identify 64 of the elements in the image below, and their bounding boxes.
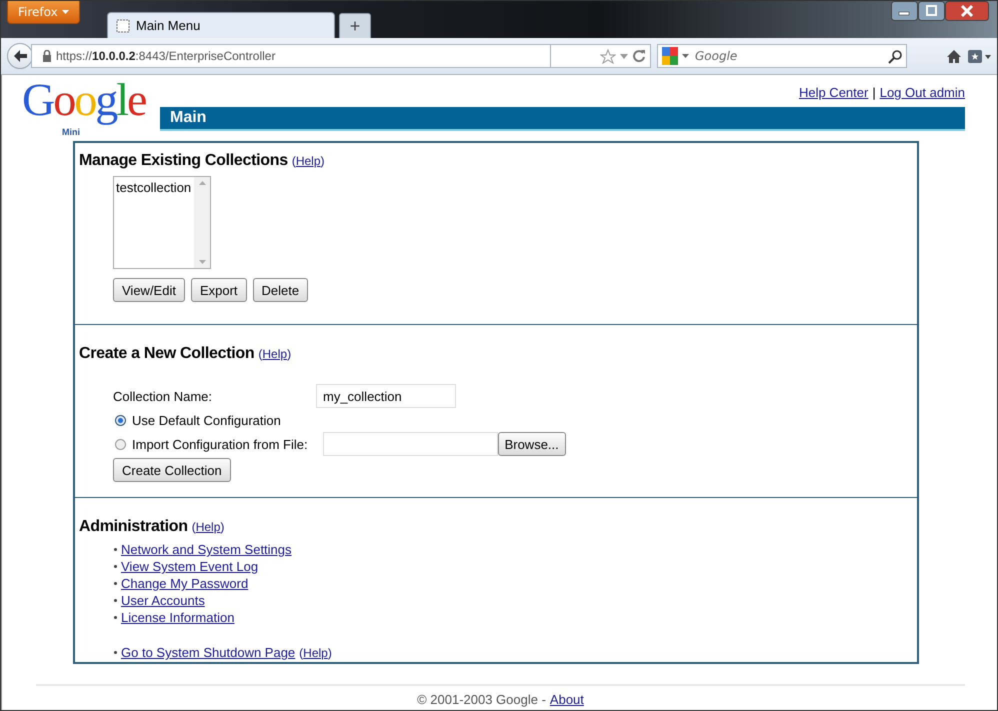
admin-link[interactable]: User Accounts: [121, 593, 205, 608]
collection-action-button[interactable]: Export: [190, 278, 247, 302]
search-engine-icon: [662, 47, 678, 65]
collection-action-button[interactable]: Delete: [252, 278, 308, 302]
help-link[interactable]: (Help): [292, 154, 325, 168]
reload-icon: [632, 49, 646, 63]
bullet-icon: [114, 651, 117, 654]
radio-button[interactable]: [115, 438, 126, 450]
copyright-text: © 2001-2003 Google -: [417, 692, 546, 707]
logo-subtitle: Mini: [62, 127, 80, 137]
radio-button[interactable]: [115, 414, 126, 426]
section-heading: Create a New Collection: [79, 345, 254, 363]
field-label: Collection Name:: [113, 388, 213, 404]
star-icon: [600, 48, 616, 64]
collection-list[interactable]: testcollection: [113, 176, 211, 269]
help-link[interactable]: (Help): [299, 646, 332, 660]
page-icon: [116, 18, 130, 32]
list-item[interactable]: testcollection: [116, 180, 192, 195]
bullet-icon: [114, 565, 117, 568]
collection-name-field[interactable]: my_collection: [316, 384, 456, 408]
new-tab-button[interactable]: +: [339, 13, 371, 38]
header-link[interactable]: Log Out admin: [880, 85, 965, 107]
browser-tab[interactable]: Main Menu: [107, 12, 335, 38]
search-icon: [888, 48, 902, 64]
scroll-up-icon: [198, 181, 206, 185]
address-field[interactable]: https://10.0.0.2:8443/EnterpriseController: [31, 44, 551, 68]
admin-link[interactable]: License Information: [121, 610, 234, 625]
collection-action-button[interactable]: View/Edit: [113, 278, 185, 302]
admin-link[interactable]: View System Event Log: [121, 559, 258, 574]
caret-icon: [62, 10, 69, 14]
scroll-down-icon: [198, 260, 206, 264]
about-link[interactable]: About: [550, 692, 584, 707]
admin-link[interactable]: Network and System Settings: [121, 542, 292, 557]
restore-icon[interactable]: [918, 1, 945, 21]
back-button[interactable]: [7, 43, 33, 69]
file-path-field[interactable]: [322, 432, 498, 456]
bullet-icon: [114, 548, 117, 551]
page-title-bar: Main: [160, 107, 965, 131]
section-heading: Manage Existing Collections: [79, 152, 288, 170]
radio-label: Use Default Configuration: [132, 412, 281, 428]
lock-icon: [42, 50, 52, 62]
close-icon[interactable]: [945, 1, 989, 21]
section-heading: Administration: [79, 518, 188, 536]
admin-link[interactable]: Change My Password: [121, 576, 248, 591]
back-arrow-icon: [12, 49, 28, 63]
minimize-icon[interactable]: [891, 1, 918, 21]
search-field[interactable]: Google: [657, 44, 907, 68]
radio-label: Import Configuration from File:: [132, 436, 308, 452]
dropdown-icon: [620, 54, 628, 58]
bookmarks-icon[interactable]: [968, 48, 991, 64]
bullet-icon: [114, 599, 117, 602]
create-collection-button[interactable]: Create Collection: [113, 458, 231, 482]
help-link[interactable]: (Help): [192, 520, 224, 534]
separator: |: [872, 85, 876, 102]
admin-link[interactable]: Go to System Shutdown Page: [121, 645, 296, 660]
caret-icon: [682, 54, 689, 58]
search-input[interactable]: Google: [693, 48, 884, 64]
bullet-icon: [114, 582, 117, 585]
header-link[interactable]: Help Center: [798, 85, 868, 107]
logo-text: Google: [22, 73, 146, 127]
browse-button[interactable]: Browse...: [498, 432, 566, 456]
home-icon[interactable]: [946, 48, 962, 64]
help-link[interactable]: (Help): [258, 347, 292, 361]
bullet-icon: [114, 616, 117, 619]
